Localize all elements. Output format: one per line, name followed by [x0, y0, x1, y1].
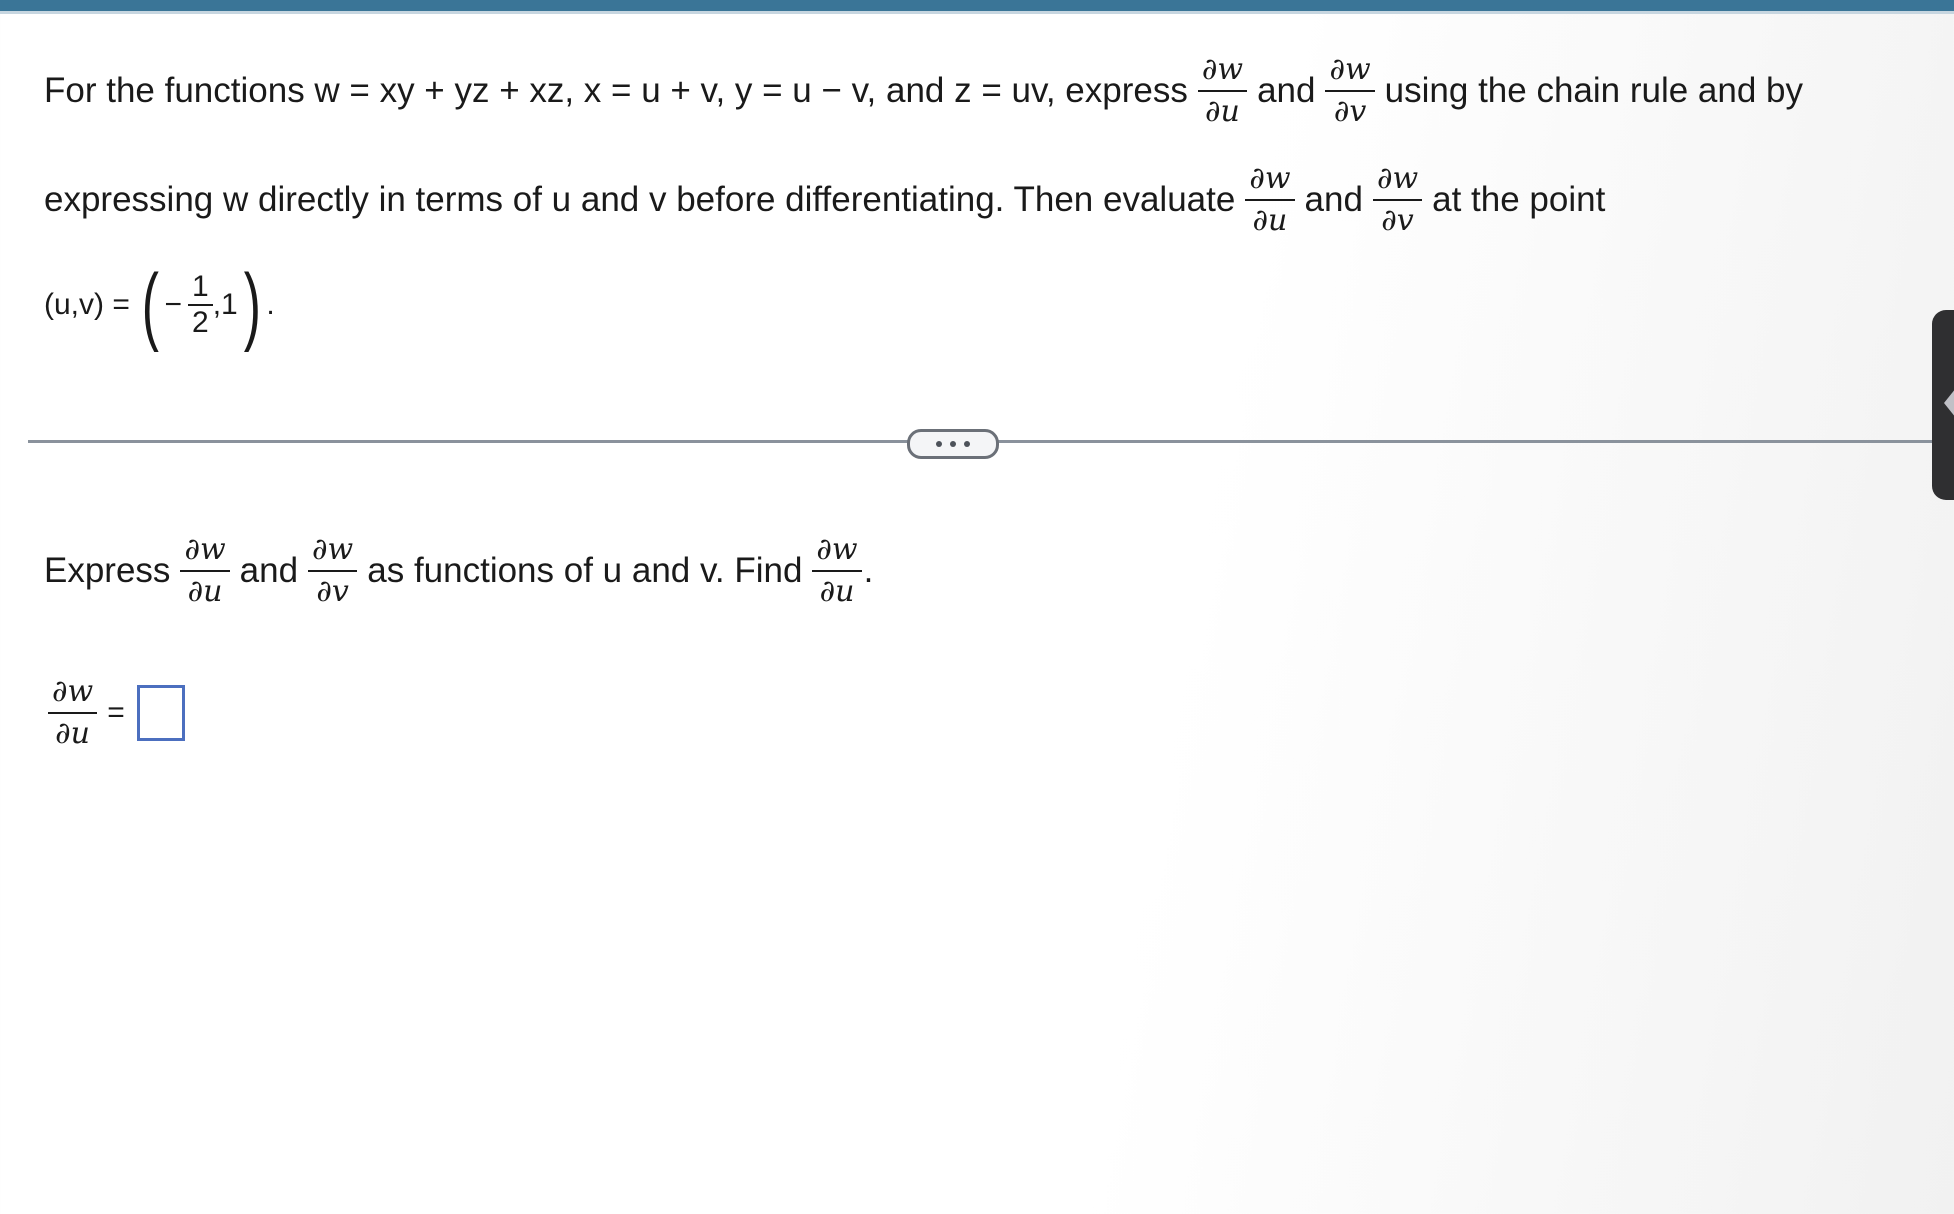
fraction-one-half: 12 — [188, 270, 213, 340]
fraction-dw-dv: ∂w ∂v — [308, 530, 358, 612]
ellipsis-icon — [936, 441, 942, 447]
side-panel-toggle[interactable] — [1932, 310, 1954, 500]
header-bar — [0, 0, 1954, 14]
part-instruction: Express ∂w ∂u and ∂w ∂v as functions of u … — [44, 530, 873, 612]
question-text: For the functions w = xy + yz + xz, x = … — [44, 71, 1188, 110]
fraction-dw-du: ∂w ∂u — [1245, 159, 1295, 241]
question-line-1: For the functions w = xy + yz + xz, x = … — [44, 50, 1803, 132]
question-line-2: expressing w directly in terms of u and … — [44, 159, 1605, 241]
fraction-dw-du: ∂w ∂u — [48, 672, 98, 754]
fraction-dw-du: ∂w ∂u — [180, 530, 230, 612]
answer-row: ∂w ∂u = — [38, 672, 185, 754]
show-more-button[interactable] — [907, 429, 999, 459]
answer-input[interactable] — [136, 685, 185, 741]
point-expression: (u,v) = ( − 12 ,1 ) . — [44, 257, 275, 353]
fraction-dw-du: ∂w ∂u — [1197, 50, 1248, 132]
fraction-dw-dv: ∂w ∂v — [1372, 159, 1423, 241]
fraction-dw-dv: ∂w ∂v — [1325, 50, 1375, 132]
chevron-left-icon — [1944, 388, 1954, 418]
fraction-dw-du: ∂w ∂u — [812, 530, 862, 612]
